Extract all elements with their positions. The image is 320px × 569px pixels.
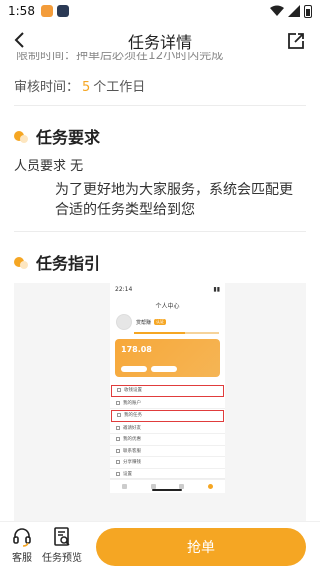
review-value: 5 (82, 80, 91, 95)
person-requirement: 人员要求 无 (14, 155, 83, 174)
phone-tab-icon (150, 483, 156, 489)
requirements-title: 任务要求 (36, 128, 101, 147)
requirement-description: 为了更好地为大家服务，系统会匹配更合适的任务类型给到您 (55, 182, 293, 218)
app-icon-dark (56, 5, 69, 17)
bottom-action-bar: 客服 任务预览 抢单 (0, 521, 320, 569)
phone-row: 邀请好友 (110, 423, 225, 434)
guide-header: 任务指引 (14, 250, 100, 274)
task-preview-button[interactable]: 任务预览 (42, 526, 82, 564)
signal-icon (288, 5, 300, 17)
person-value: 无 (70, 159, 84, 174)
phone-status: ▮▮ (213, 286, 220, 293)
phone-card-button (151, 366, 177, 372)
person-label: 人员要求 (14, 159, 67, 174)
grab-order-button[interactable]: 抢单 (96, 528, 306, 566)
phone-row: 我的优惠 (110, 434, 225, 446)
guide-title: 任务指引 (36, 254, 101, 273)
arrow-left-icon[interactable] (10, 30, 30, 50)
section-dot-icon (14, 129, 28, 143)
status-time: 1:58 (8, 4, 35, 18)
time-limit-text: 限制时间：押单后必须在12小时内完成 (16, 52, 224, 60)
status-bar: 1:58 (0, 0, 320, 22)
share-icon[interactable] (286, 31, 306, 51)
divider (14, 231, 306, 232)
document-search-icon (54, 527, 70, 546)
divider (14, 105, 306, 106)
wifi-icon (270, 5, 284, 16)
phone-balance-card: 178.08 (115, 339, 220, 377)
customer-service-button[interactable]: 客服 (2, 526, 42, 564)
headset-icon (13, 528, 31, 547)
phone-row: 我的任务 (111, 410, 224, 422)
phone-amount: 178.08 (121, 345, 152, 354)
avatar (116, 314, 132, 330)
guide-image: 22:14 ▮▮ 个人中心 赏帮赚 认证 178.08 收钱设置 我的账户 我的… (14, 283, 306, 523)
phone-row: 联系客服 (110, 446, 225, 457)
phone-row: 我的账户 (110, 398, 225, 409)
guide-screenshot: 22:14 ▮▮ 个人中心 赏帮赚 认证 178.08 收钱设置 我的账户 我的… (110, 283, 225, 493)
page-title: 任务详情 (127, 33, 192, 52)
customer-service-label: 客服 (12, 553, 32, 564)
phone-menu-list: 收钱设置 我的账户 我的任务 邀请好友 我的优惠 联系客服 分享赚钱 设置 (110, 385, 225, 480)
phone-row: 分享赚钱 (110, 457, 225, 469)
app-icon-orange (40, 5, 53, 17)
phone-tab-icon (121, 483, 127, 489)
phone-user: 赏帮赚 认证 (110, 314, 225, 330)
phone-tab-icon (208, 483, 214, 489)
phone-tab-icon (179, 483, 185, 489)
battery-icon (304, 4, 312, 18)
section-dot-icon (14, 255, 28, 269)
review-time: 审核时间： 5 个工作日 (14, 76, 145, 95)
phone-badge: 认证 (154, 319, 167, 325)
review-label: 审核时间： (14, 80, 80, 95)
phone-progress (134, 332, 219, 334)
requirements-header: 任务要求 (14, 124, 100, 148)
phone-row: 收钱设置 (111, 385, 224, 397)
task-preview-label: 任务预览 (42, 553, 82, 564)
phone-user-name: 赏帮赚 (136, 319, 152, 326)
review-unit: 个工作日 (93, 80, 146, 95)
phone-card-button (121, 366, 147, 372)
phone-home-indicator (152, 489, 182, 491)
